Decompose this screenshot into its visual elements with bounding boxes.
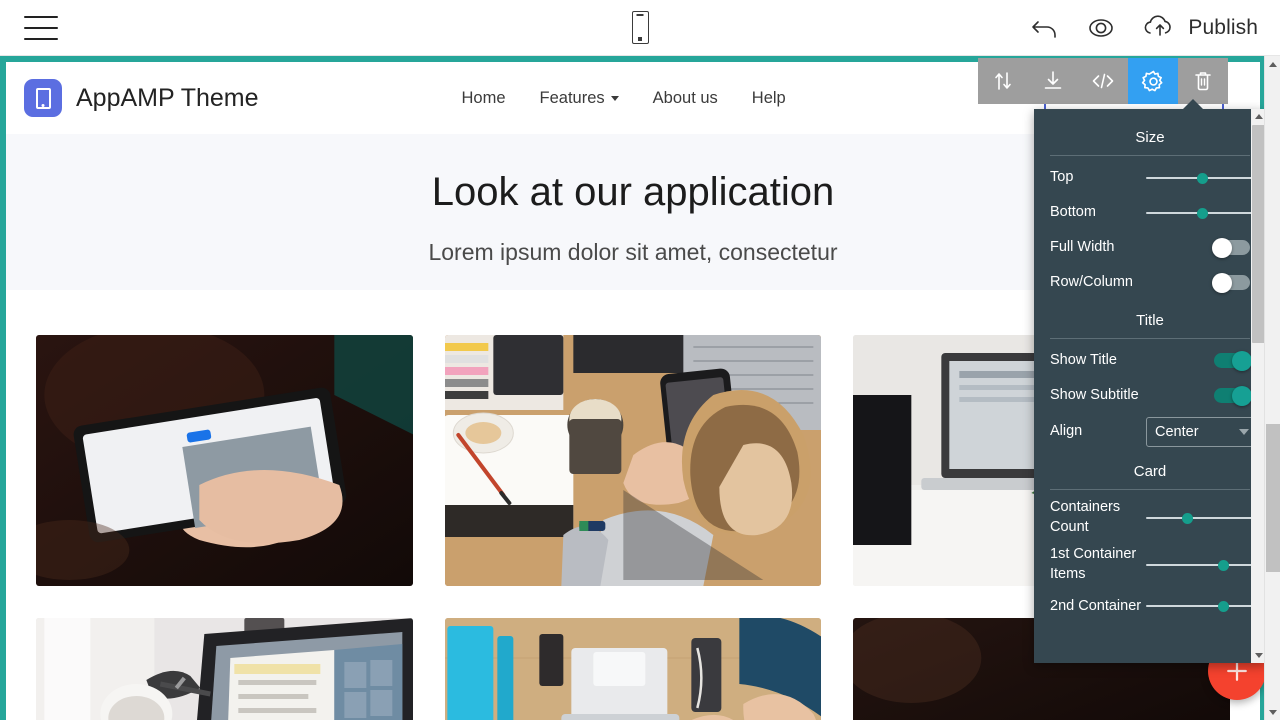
top-padding-slider[interactable] — [1146, 170, 1254, 186]
setting-label: Top — [1050, 168, 1074, 185]
move-block-icon[interactable] — [978, 58, 1028, 104]
section-heading-size: Size — [1135, 129, 1165, 146]
setting-label: Bottom — [1050, 203, 1096, 220]
nav-link-label: Help — [751, 88, 786, 107]
gear-icon[interactable] — [1128, 58, 1178, 104]
first-container-items-slider[interactable] — [1146, 557, 1254, 573]
page-scrollbar[interactable] — [1264, 56, 1280, 720]
toggle-knob — [1232, 385, 1252, 406]
photo-desk-phone-coffee[interactable] — [444, 334, 822, 586]
hamburger-bar — [24, 26, 58, 29]
setting-row-top: Top — [1050, 160, 1254, 195]
nav-link-about-us[interactable]: About us — [653, 89, 718, 108]
chevron-down-icon — [1239, 429, 1249, 435]
photo-flatlay-workspace[interactable] — [444, 617, 822, 720]
toggle-knob — [1212, 237, 1232, 258]
block-toolbar — [978, 58, 1228, 104]
triangle-up — [1269, 61, 1277, 67]
setting-row-show-subtitle: Show Subtitle — [1050, 378, 1252, 413]
setting-label: Row/Column — [1050, 273, 1133, 290]
hamburger-bar — [24, 37, 58, 40]
mobile-app-logo-icon — [24, 79, 62, 117]
slider-knob[interactable] — [1182, 512, 1193, 524]
setting-row-second-container: 2nd Container — [1050, 589, 1254, 624]
hamburger-menu-icon[interactable] — [24, 15, 58, 40]
photo-hands-typing-phone[interactable] — [36, 334, 413, 586]
toggle-knob — [1212, 272, 1232, 293]
show-title-toggle[interactable] — [1214, 350, 1252, 371]
setting-label: 1st Container Items — [1050, 546, 1137, 583]
setting-label: Containers Count — [1050, 499, 1121, 535]
mobile-device-icon[interactable] — [618, 6, 662, 50]
hamburger-bar — [24, 15, 58, 18]
setting-label: 2nd Container — [1050, 597, 1142, 614]
scroll-up-icon[interactable] — [1265, 56, 1280, 72]
setting-row-bottom: Bottom — [1050, 195, 1254, 230]
full-width-toggle[interactable] — [1212, 237, 1250, 258]
logo-phone-glyph — [35, 87, 51, 109]
brand-name: AppAMP Theme — [76, 83, 259, 112]
show-subtitle-toggle[interactable] — [1214, 385, 1252, 406]
setting-label: Show Title — [1050, 351, 1117, 368]
slider-track — [1146, 605, 1254, 608]
nav-link-features[interactable]: Features — [540, 89, 619, 108]
phone-glyph — [631, 11, 649, 44]
section-heading-title: Title — [1136, 312, 1164, 329]
setting-row-containers-count: Containers Count — [1050, 494, 1254, 541]
code-icon[interactable] — [1078, 58, 1128, 104]
setting-label: Full Width — [1050, 238, 1115, 255]
setting-row-show-title: Show Title — [1050, 343, 1252, 378]
photo-imac-desk-lamp[interactable] — [36, 617, 413, 720]
scrollbar-thumb[interactable] — [1266, 424, 1280, 572]
divider — [1050, 489, 1250, 490]
setting-row-align: Align Center — [1050, 413, 1258, 451]
setting-row-row-column: Row/Column — [1050, 265, 1250, 300]
scroll-down-icon[interactable] — [1265, 704, 1280, 720]
slider-track — [1146, 564, 1254, 567]
triangle-down — [1254, 653, 1263, 658]
site-nav-links: Home Features About us Help — [462, 89, 786, 108]
align-select-value: Center — [1155, 424, 1199, 440]
nav-link-label: Home — [461, 88, 506, 107]
site-brand[interactable]: AppAMP Theme — [24, 79, 259, 117]
row-column-toggle[interactable] — [1212, 272, 1250, 293]
slider-knob[interactable] — [1218, 601, 1229, 613]
setting-label: Show Subtitle — [1050, 386, 1139, 403]
trash-icon[interactable] — [1178, 58, 1228, 104]
divider — [1050, 155, 1250, 156]
nav-link-help[interactable]: Help — [752, 89, 786, 108]
cloud-upload-icon — [1141, 13, 1179, 43]
divider — [1050, 338, 1250, 339]
section-heading-card: Card — [1133, 463, 1167, 480]
block-settings-panel: Size Top Bottom Full Width Row/Column Ti… — [1034, 109, 1266, 663]
download-icon[interactable] — [1028, 58, 1078, 104]
align-select[interactable]: Center — [1146, 417, 1258, 447]
slider-knob[interactable] — [1197, 172, 1208, 184]
setting-row-first-container-items: 1st Container Items — [1050, 541, 1254, 588]
nav-link-label: Features — [539, 88, 605, 107]
app-toolbar-actions: Publish — [1027, 0, 1258, 56]
settings-panel-content: Size Top Bottom Full Width Row/Column Ti… — [1034, 109, 1266, 663]
slider-knob[interactable] — [1197, 207, 1208, 219]
settings-panel-pointer — [1182, 99, 1204, 110]
triangle-down — [1269, 709, 1277, 715]
toggle-knob — [1232, 350, 1252, 371]
triangle-up — [1254, 114, 1263, 119]
slider-track — [1146, 516, 1254, 519]
eye-preview-icon[interactable] — [1083, 14, 1119, 42]
second-container-slider[interactable] — [1146, 598, 1254, 614]
nav-link-home[interactable]: Home — [462, 89, 506, 108]
setting-row-full-width: Full Width — [1050, 230, 1250, 265]
undo-icon[interactable] — [1027, 14, 1061, 42]
chevron-down-icon — [610, 95, 619, 101]
setting-label: Align — [1050, 423, 1083, 440]
app-toolbar: Publish — [0, 0, 1280, 56]
containers-count-slider[interactable] — [1146, 510, 1254, 526]
slider-knob[interactable] — [1218, 560, 1229, 572]
publish-label: Publish — [1188, 16, 1258, 39]
bottom-padding-slider[interactable] — [1146, 205, 1254, 221]
publish-button[interactable]: Publish — [1141, 13, 1258, 43]
nav-link-label: About us — [652, 88, 718, 107]
